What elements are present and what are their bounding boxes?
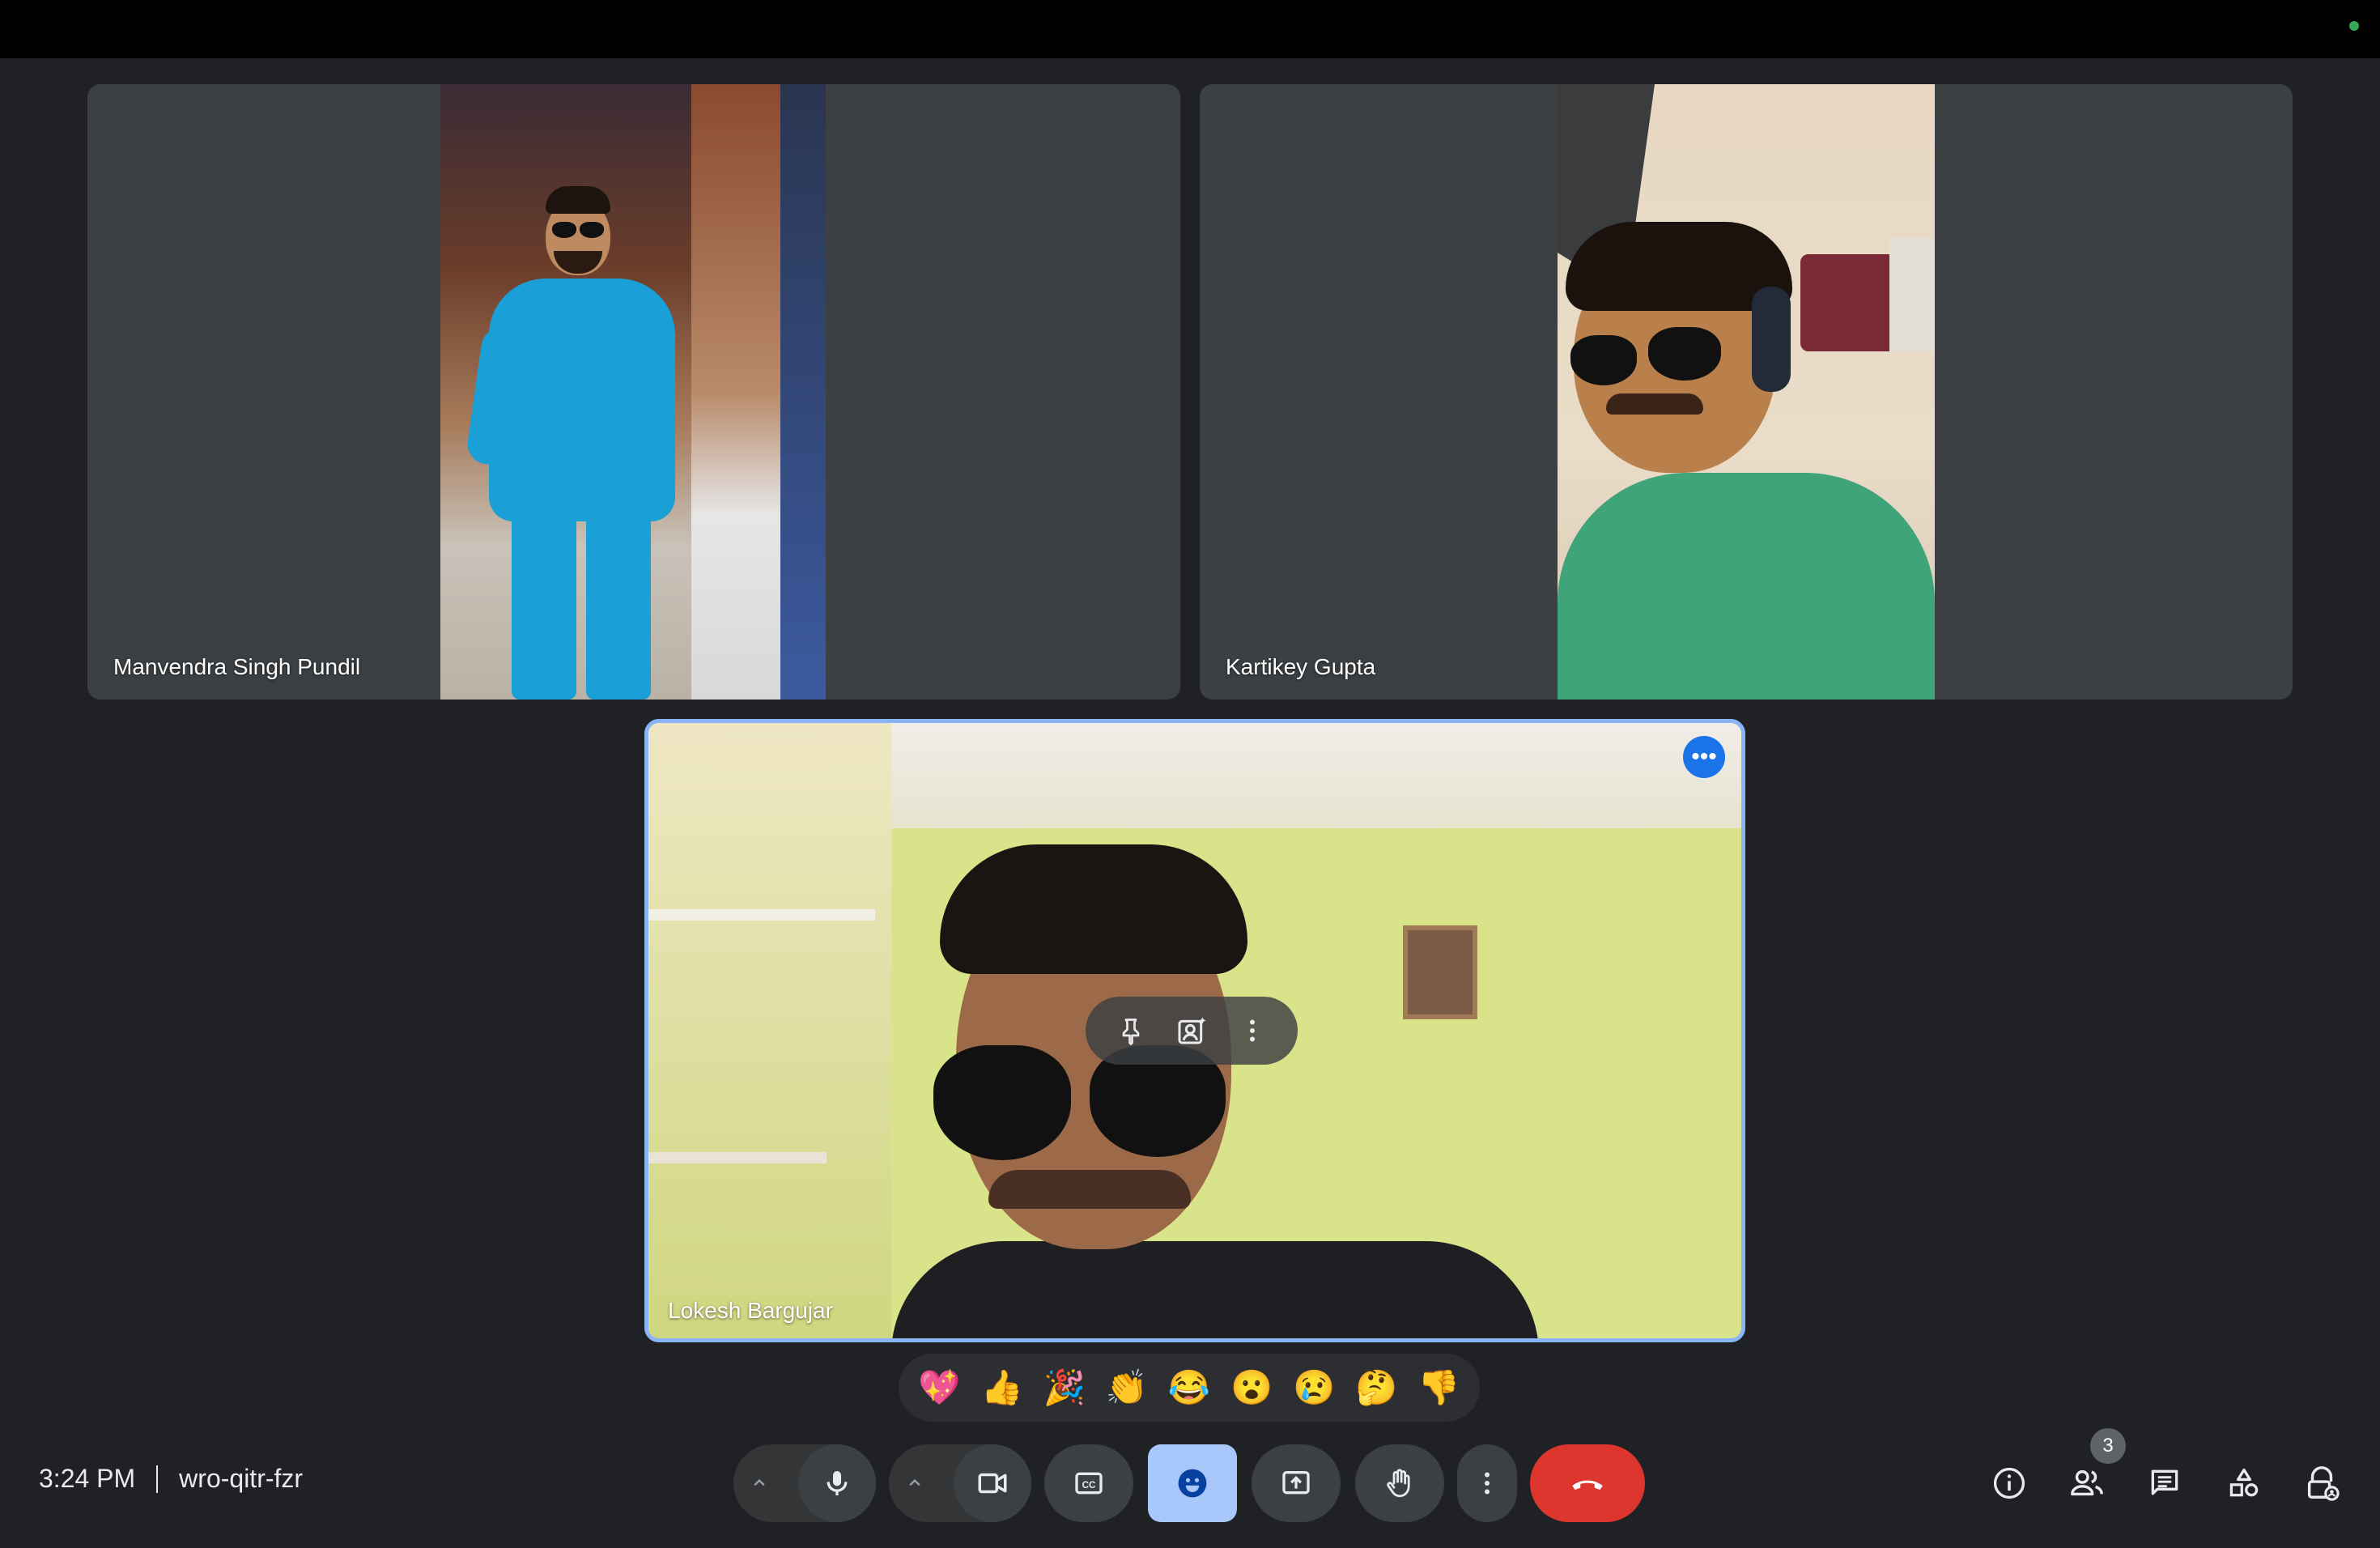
captions-icon: CC: [1075, 1472, 1103, 1495]
reaction-thumbs-up[interactable]: 👍: [975, 1368, 1029, 1408]
reaction-sad[interactable]: 😢: [1287, 1368, 1341, 1408]
participant-count-badge: 3: [2090, 1428, 2126, 1464]
camera-icon: [978, 1473, 1007, 1494]
leave-call-button[interactable]: [1530, 1444, 1645, 1522]
audio-pill: [733, 1444, 876, 1522]
microphone-button[interactable]: [798, 1444, 876, 1522]
more-options-button[interactable]: [1457, 1444, 1517, 1522]
top-bar: [0, 0, 2380, 58]
participant-name: Manvendra Singh Pundil: [113, 654, 361, 679]
visual-effects-icon[interactable]: [1171, 1010, 1213, 1052]
chevron-up-icon[interactable]: [895, 1444, 934, 1522]
reaction-clap[interactable]: 👏: [1100, 1368, 1154, 1408]
emoji-button[interactable]: [1148, 1444, 1237, 1522]
more-vert-icon[interactable]: [1231, 1010, 1273, 1052]
host-controls-icon: [2307, 1466, 2340, 1501]
reaction-laugh[interactable]: 😂: [1162, 1368, 1216, 1408]
meeting-details-button[interactable]: [1970, 1444, 2048, 1522]
end-call-icon: [1572, 1480, 1603, 1491]
chat-button[interactable]: [2126, 1444, 2204, 1522]
divider: [156, 1465, 159, 1493]
video-pill: [889, 1444, 1031, 1522]
captions-button[interactable]: CC: [1044, 1444, 1133, 1522]
participant-tile-2[interactable]: Kartikey Gupta: [1200, 84, 2293, 700]
raise-hand-button[interactable]: [1355, 1444, 1444, 1522]
emoji-icon: [1178, 1469, 1207, 1498]
reaction-thumbs-down[interactable]: 👎: [1412, 1368, 1465, 1408]
reaction-surprised[interactable]: 😮: [1225, 1368, 1278, 1408]
pin-icon[interactable]: [1110, 1010, 1152, 1052]
reaction-heart[interactable]: 💖: [913, 1368, 967, 1408]
participant-tile-1[interactable]: Manvendra Singh Pundil: [87, 84, 1180, 700]
more-vert-icon: [1485, 1472, 1490, 1495]
info-icon: [1993, 1467, 2025, 1499]
status-dot: [2349, 21, 2359, 31]
raise-hand-icon: [1387, 1469, 1410, 1498]
reaction-thinking[interactable]: 🤔: [1349, 1368, 1403, 1408]
tile-hover-controls: [1086, 997, 1298, 1065]
present-button[interactable]: [1252, 1444, 1341, 1522]
activities-icon: [2229, 1468, 2259, 1497]
camera-button[interactable]: [954, 1444, 1031, 1522]
reaction-party[interactable]: 🎉: [1038, 1368, 1091, 1408]
participant-video-2: [1558, 84, 1935, 700]
participant-name: Lokesh Bargujar: [668, 1298, 833, 1323]
people-icon: [2071, 1469, 2103, 1496]
meeting-info: 3:24 PM wro-qitr-fzr: [39, 1464, 303, 1494]
microphone-icon: [827, 1471, 848, 1495]
host-controls-button[interactable]: [2283, 1444, 2361, 1522]
activities-button[interactable]: [2205, 1444, 2283, 1522]
more-options-button[interactable]: •••: [1683, 736, 1725, 778]
svg-text:CC: CC: [1082, 1480, 1096, 1491]
present-icon: [1282, 1471, 1310, 1495]
participant-name: Kartikey Gupta: [1226, 654, 1376, 679]
reactions-bar: 💖 👍 🎉 👏 😂 😮 😢 🤔 👎: [899, 1354, 1480, 1422]
chevron-up-icon[interactable]: [740, 1444, 779, 1522]
participant-video-1: [440, 84, 826, 700]
chat-icon: [2151, 1469, 2178, 1495]
participant-tile-3[interactable]: ••• Lokesh Bargujar: [644, 719, 1745, 1342]
meeting-code: wro-qitr-fzr: [179, 1464, 304, 1493]
meeting-time: 3:24 PM: [39, 1464, 136, 1493]
